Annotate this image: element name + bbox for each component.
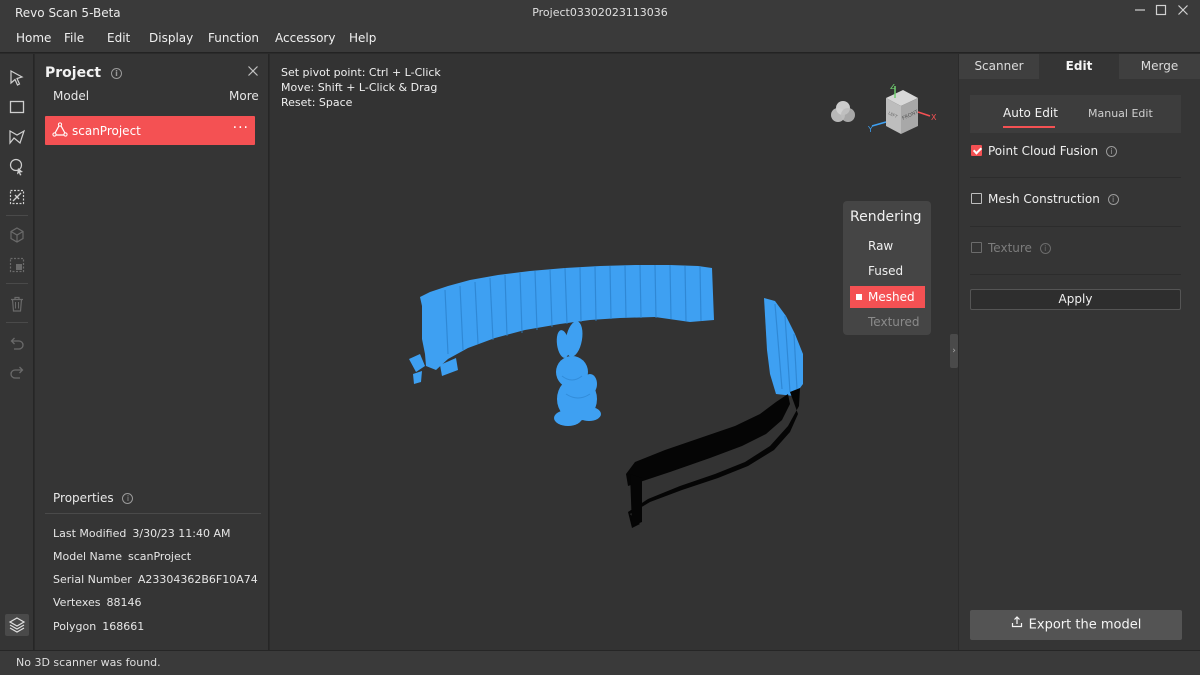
- layers-icon[interactable]: [5, 614, 29, 636]
- hint-pivot: Set pivot point: Ctrl + L-Click: [281, 66, 441, 79]
- render-option-raw[interactable]: Raw: [850, 235, 925, 257]
- brush-select-icon[interactable]: [7, 157, 27, 177]
- scanned-rabbit: [554, 321, 601, 426]
- status-text: No 3D scanner was found.: [16, 656, 161, 669]
- project-panel-title: Project i: [45, 65, 122, 81]
- menu-accessory[interactable]: Accessory: [275, 31, 335, 45]
- property-row: Polygon 168661: [53, 620, 145, 633]
- property-row: Vertexes 88146: [53, 596, 142, 609]
- lasso-select-icon[interactable]: [7, 127, 27, 147]
- menu-function[interactable]: Function: [208, 31, 259, 45]
- edit-panel: Scanner Edit Merge Auto Edit Manual Edit…: [959, 54, 1200, 650]
- export-icon: [1011, 610, 1023, 640]
- 3d-viewport[interactable]: Set pivot point: Ctrl + L-Click Move: Sh…: [270, 54, 958, 650]
- model-menu-button[interactable]: ···: [233, 120, 249, 136]
- lighting-icon[interactable]: [830, 100, 856, 124]
- hint-reset: Reset: Space: [281, 96, 353, 109]
- option-point-cloud-fusion[interactable]: Point Cloud Fusion i: [971, 144, 1117, 158]
- properties-title: Properties i: [53, 491, 134, 505]
- more-button[interactable]: More: [229, 89, 259, 103]
- redo-icon[interactable]: [7, 362, 27, 382]
- menu-help[interactable]: Help: [349, 31, 376, 45]
- edit-mode-tabs: Auto Edit Manual Edit: [970, 95, 1181, 133]
- hint-move: Move: Shift + L-Click & Drag: [281, 81, 438, 94]
- scan-wall-dark: [626, 388, 800, 528]
- model-name: scanProject: [72, 124, 141, 138]
- view-cube[interactable]: Z X Y FRONT LEFT: [867, 82, 944, 142]
- checkbox-disabled-icon: [971, 242, 982, 253]
- minimize-icon[interactable]: [1131, 4, 1149, 22]
- tab-manual-edit[interactable]: Manual Edit: [1088, 107, 1153, 120]
- undo-icon[interactable]: [7, 333, 27, 353]
- menu-home[interactable]: Home: [16, 31, 51, 45]
- menu-file[interactable]: File: [64, 31, 84, 45]
- info-icon[interactable]: i: [1107, 194, 1119, 205]
- close-icon[interactable]: [1174, 4, 1192, 22]
- info-icon[interactable]: i: [110, 67, 122, 79]
- mesh-model-icon: [52, 122, 68, 138]
- gizmo-x-label: X: [931, 113, 937, 122]
- tool-strip: [0, 54, 34, 650]
- status-bar: No 3D scanner was found.: [0, 650, 1200, 675]
- info-icon: i: [1039, 243, 1051, 254]
- rendering-panel: Rendering Raw Fused Meshed Textured: [843, 201, 931, 335]
- divider: [970, 177, 1181, 178]
- option-texture[interactable]: Texture i: [971, 241, 1051, 255]
- crop-icon[interactable]: [7, 255, 27, 275]
- info-icon[interactable]: i: [1105, 146, 1117, 157]
- divider: [970, 226, 1181, 227]
- tab-merge[interactable]: Merge: [1119, 54, 1200, 79]
- property-row: Model Name scanProject: [53, 550, 192, 563]
- collapse-panel-toggle[interactable]: ›: [950, 334, 958, 368]
- active-tab-indicator: [1003, 126, 1055, 128]
- tab-auto-edit[interactable]: Auto Edit: [1003, 106, 1058, 120]
- menu-display[interactable]: Display: [149, 31, 193, 45]
- divider: [45, 513, 261, 514]
- tab-edit[interactable]: Edit: [1039, 54, 1119, 79]
- title-bar: Revo Scan 5-Beta Project03302023113036: [0, 0, 1200, 26]
- project-panel: Project i Model More scanProject ··· Pro…: [35, 54, 269, 650]
- option-mesh-construction[interactable]: Mesh Construction i: [971, 192, 1119, 206]
- rendering-title: Rendering: [850, 209, 922, 225]
- apply-button[interactable]: Apply: [970, 289, 1181, 310]
- property-row: Last Modified 3/30/23 11:40 AM: [53, 527, 231, 540]
- delete-icon[interactable]: [7, 294, 27, 314]
- checkbox-icon[interactable]: [971, 193, 982, 204]
- render-option-fused[interactable]: Fused: [850, 260, 925, 282]
- render-option-meshed[interactable]: Meshed: [850, 286, 925, 308]
- menu-edit[interactable]: Edit: [107, 31, 130, 45]
- select-arrow-icon[interactable]: [7, 68, 27, 88]
- gizmo-y-label: Y: [868, 125, 873, 134]
- menu-bar: Home File Edit Display Function Accessor…: [0, 26, 1200, 53]
- scan-wall: [409, 265, 803, 396]
- tab-scanner[interactable]: Scanner: [959, 54, 1039, 79]
- model-column-header: Model: [53, 89, 90, 103]
- project-title: Project03302023113036: [532, 6, 668, 19]
- info-icon[interactable]: i: [122, 493, 134, 504]
- close-panel-icon[interactable]: [247, 63, 259, 81]
- render-option-textured[interactable]: Textured: [850, 311, 925, 333]
- gizmo-z-label: Z: [890, 84, 896, 91]
- scan-scene[interactable]: [270, 54, 958, 650]
- divider: [970, 274, 1181, 275]
- invert-select-icon[interactable]: [7, 187, 27, 207]
- property-row: Serial Number A23304362B6F10A74: [53, 573, 258, 586]
- box-hidden-icon[interactable]: [7, 225, 27, 245]
- rectangle-select-icon[interactable]: [7, 97, 27, 117]
- maximize-icon[interactable]: [1152, 4, 1170, 22]
- export-model-button[interactable]: Export the model: [970, 610, 1182, 640]
- checkbox-checked-icon[interactable]: [971, 145, 982, 156]
- model-list-item[interactable]: scanProject ···: [45, 116, 255, 145]
